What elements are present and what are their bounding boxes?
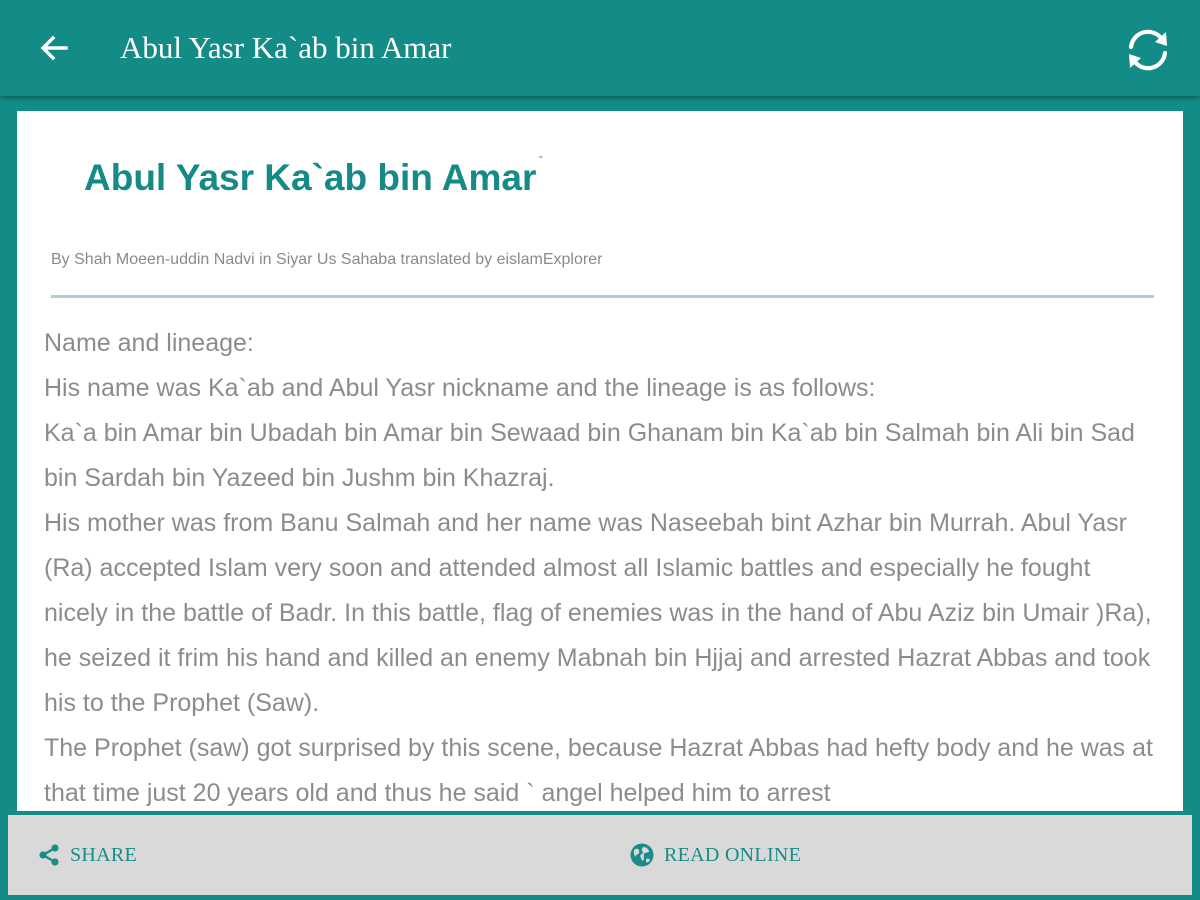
- divider: [51, 295, 1154, 298]
- article-title: Abul Yasr Ka`ab bin Amarؓ: [84, 155, 538, 199]
- article-title-text: Abul Yasr Ka`ab bin Amar: [84, 157, 537, 198]
- article-card: Abul Yasr Ka`ab bin Amarؓ By Shah Moeen-…: [17, 111, 1183, 811]
- refresh-icon: [1128, 29, 1168, 71]
- article-paragraph: His name was Ka`ab and Abul Yasr nicknam…: [44, 374, 876, 402]
- arrow-left-icon: [40, 35, 68, 61]
- article-paragraph: The Prophet (saw) got surprised by this …: [44, 734, 1153, 807]
- app-bar-title: Abul Yasr Ka`ab bin Amar: [120, 30, 452, 65]
- bottom-action-bar: SHARE READ ONLINE: [8, 815, 1192, 895]
- article-byline: By Shah Moeen-uddin Nadvi in Siyar Us Sa…: [51, 251, 603, 268]
- share-icon: [39, 844, 59, 866]
- read-online-button[interactable]: READ ONLINE: [628, 815, 801, 895]
- article-paragraph: Ka`a bin Amar bin Ubadah bin Amar bin Se…: [44, 419, 1135, 492]
- article-paragraph: Name and lineage:: [44, 329, 254, 357]
- article-body[interactable]: Name and lineage: His name was Ka`ab and…: [44, 321, 1154, 811]
- read-online-label: READ ONLINE: [664, 843, 802, 866]
- share-button[interactable]: SHARE: [36, 815, 137, 895]
- article-paragraph: His mother was from Banu Salmah and her …: [44, 509, 1152, 717]
- back-button[interactable]: [30, 26, 78, 70]
- share-label: SHARE: [70, 843, 138, 866]
- app-bar: Abul Yasr Ka`ab bin Amar: [0, 0, 1200, 96]
- globe-icon: [630, 843, 654, 867]
- refresh-button[interactable]: [1120, 22, 1176, 78]
